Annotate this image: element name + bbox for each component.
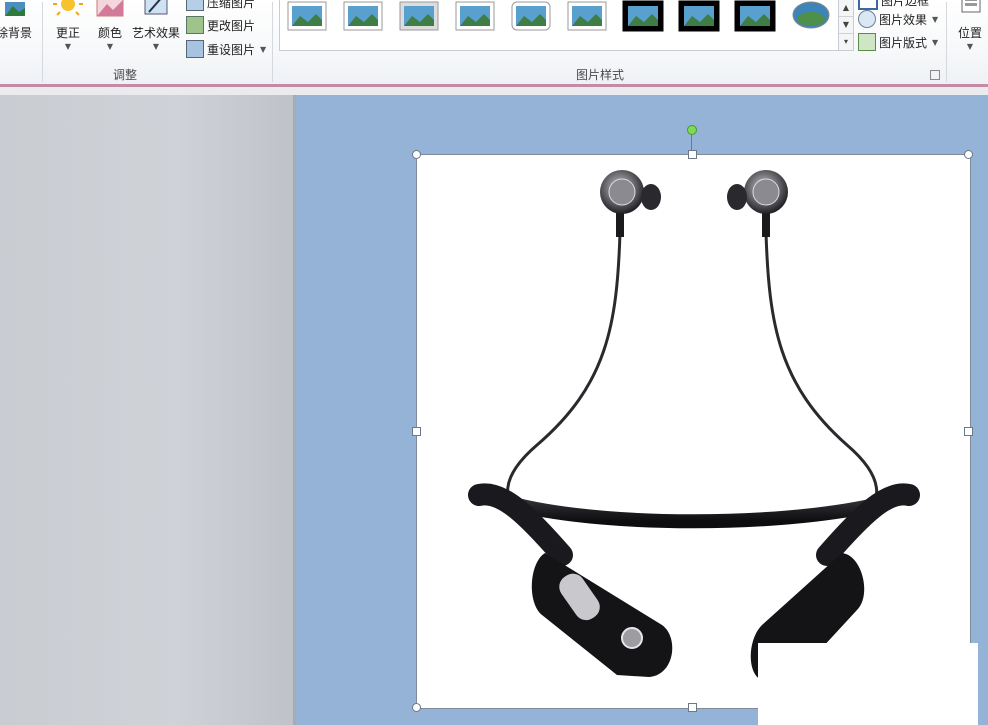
picture-style-thumbnail-icon [399, 1, 439, 31]
picture-style-simple-frame-white[interactable] [286, 0, 328, 34]
reset-picture-icon [186, 40, 204, 58]
resize-handle-left[interactable] [412, 427, 421, 436]
picture-layout-button[interactable]: 图片版式 ▼ [858, 32, 938, 52]
resize-handle-top[interactable] [688, 150, 697, 159]
artistic-effects-icon [144, 0, 168, 15]
resize-handle-top-right[interactable] [964, 150, 973, 159]
selected-picture[interactable] [416, 154, 971, 709]
picture-style-thumbnail-icon [678, 0, 720, 32]
gallery-scroll[interactable]: ▲ ▼ ▾ [838, 0, 854, 51]
picture-style-thumbnail-icon [734, 0, 776, 32]
compress-label: 压缩图片 [207, 0, 256, 10]
picture-style-reflected-rounded[interactable] [510, 0, 552, 34]
picture-border-label: 图片边框 [881, 0, 930, 8]
artistic-effects-button[interactable]: 艺术效果 ▼ [132, 0, 180, 60]
picture-style-thumbnail-icon [287, 1, 327, 31]
picture-styles-gallery [279, 0, 839, 51]
color-label: 颜色 [97, 26, 122, 40]
picture-style-double-frame-black[interactable] [622, 0, 664, 34]
rotate-handle[interactable] [687, 125, 697, 135]
sun-icon [53, 0, 83, 16]
dropdown-arrow-icon: ▼ [106, 42, 114, 51]
gallery-scroll-down-icon[interactable]: ▼ [839, 17, 853, 34]
picture-style-thick-matte-black[interactable] [678, 0, 720, 34]
picture-layout-icon [858, 33, 876, 51]
remove-background-button[interactable]: 除背景 [0, 0, 38, 60]
picture-styles-group-label: 图片样式 [575, 68, 624, 82]
dropdown-arrow-icon: ▼ [932, 37, 939, 47]
picture-style-soft-edge[interactable] [342, 0, 384, 34]
picture-layout-label: 图片版式 [879, 35, 928, 50]
picture-effects-icon [858, 10, 876, 28]
resize-handle-bottom[interactable] [688, 703, 697, 712]
remove-background-label: 除背景 [0, 26, 32, 40]
picture-style-thumbnail-icon [455, 1, 495, 31]
picture-style-thumbnail-icon [343, 1, 383, 31]
picture-effects-label: 图片效果 [879, 12, 928, 27]
gallery-more-icon[interactable]: ▾ [839, 34, 853, 50]
corrections-label: 更正 [55, 26, 80, 40]
picture-style-oval[interactable] [790, 0, 832, 34]
resize-handle-top-left[interactable] [412, 150, 421, 159]
dropdown-arrow-icon: ▼ [932, 14, 939, 24]
position-icon [961, 0, 981, 13]
picture-style-thumbnail-icon [511, 1, 551, 31]
color-icon [96, 0, 124, 17]
reset-picture-button[interactable]: 重设图片 ▼ [186, 39, 266, 59]
corrections-button[interactable]: 更正 ▼ [44, 0, 92, 60]
change-picture-label: 更改图片 [207, 18, 256, 33]
picture-style-thumbnail-icon [567, 1, 607, 31]
compress-pictures-button[interactable]: 压缩图片 [186, 0, 255, 12]
picture-style-simple-frame-black[interactable] [734, 0, 776, 34]
change-picture-button[interactable]: 更改图片 [186, 15, 255, 35]
remove-background-icon [5, 2, 25, 16]
compress-icon [186, 0, 204, 11]
overlay-white-box [758, 643, 978, 725]
gallery-scroll-up-icon[interactable]: ▲ [839, 0, 853, 17]
position-button[interactable]: 位置 ▼ [946, 0, 988, 60]
dropdown-arrow-icon: ▼ [152, 42, 160, 51]
change-picture-icon [186, 16, 204, 34]
color-button[interactable]: 颜色 ▼ [86, 0, 134, 60]
picture-style-soft-edge-oval[interactable] [566, 0, 608, 34]
picture-style-thumbnail-icon [622, 0, 664, 32]
dropdown-arrow-icon: ▼ [64, 42, 72, 51]
ribbon-shadow [0, 87, 988, 95]
picture-effects-button[interactable]: 图片效果 ▼ [858, 9, 938, 29]
dialog-launcher-icon[interactable] [930, 70, 940, 80]
neckband-earphones-image [468, 170, 920, 680]
picture-style-beveled-frame[interactable] [398, 0, 440, 34]
artistic-effects-label: 艺术效果 [132, 26, 181, 40]
adjust-group-label: 调整 [112, 68, 137, 82]
picture-style-drop-shadow[interactable] [454, 0, 496, 34]
resize-handle-right[interactable] [964, 427, 973, 436]
reset-picture-label: 重设图片 [207, 42, 256, 57]
dropdown-arrow-icon: ▼ [966, 42, 974, 51]
picture-style-thumbnail-icon [792, 1, 830, 29]
ribbon: 除背景 更正 ▼ 颜色 ▼ 艺术效果 ▼ 压缩图片 更改图片 重设图片 ▼ 调整… [0, 0, 988, 85]
position-label: 位置 [957, 26, 982, 40]
dropdown-arrow-icon: ▼ [260, 44, 267, 54]
slides-panel[interactable] [0, 95, 293, 725]
resize-handle-bottom-left[interactable] [412, 703, 421, 712]
